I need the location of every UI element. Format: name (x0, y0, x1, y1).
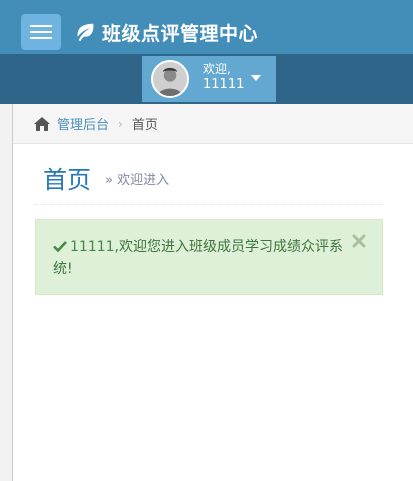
alert-message: 11111,欢迎您进入班级成员学习成绩众评系统! (53, 236, 349, 280)
user-photo-icon (153, 62, 187, 96)
hamburger-icon-bar-2 (30, 31, 52, 33)
top-navbar: 班级点评管理中心 (0, 0, 413, 54)
page-subtitle: » 欢迎进入 (105, 169, 169, 188)
page-header: 首页 » 欢迎进入 (35, 147, 383, 205)
sidebar-collapsed (0, 104, 13, 481)
check-icon (53, 241, 67, 252)
page-subtitle-text: 欢迎进入 (117, 173, 170, 188)
menu-toggle-button[interactable] (21, 14, 61, 50)
double-angle-right-icon: » (105, 173, 113, 188)
leaf-icon (77, 23, 94, 42)
brand[interactable]: 班级点评管理中心 (74, 17, 258, 47)
user-info: 欢迎, 11111 (203, 62, 244, 92)
home-icon (34, 116, 50, 131)
chevron-right-icon: › (118, 116, 123, 131)
alert-username: 11111 (70, 239, 115, 255)
user-greeting: 欢迎, (203, 62, 231, 76)
page-title: 首页 (43, 166, 91, 194)
success-alert: 11111,欢迎您进入班级成员学习成绩众评系统! (35, 219, 383, 295)
breadcrumb: 管理后台 › 首页 (13, 104, 413, 144)
user-name: 11111 (203, 77, 245, 92)
breadcrumb-home-link[interactable]: 管理后台 (57, 114, 109, 133)
avatar (151, 60, 189, 98)
hamburger-icon-bar-1 (30, 25, 52, 27)
hamburger-icon-bar-3 (30, 37, 52, 39)
caret-down-icon (251, 75, 261, 81)
user-menu-dropdown[interactable]: 欢迎, 11111 (142, 56, 276, 102)
brand-title: 班级点评管理中心 (102, 22, 259, 45)
breadcrumb-current: 首页 (131, 118, 158, 133)
close-icon[interactable] (352, 234, 366, 248)
